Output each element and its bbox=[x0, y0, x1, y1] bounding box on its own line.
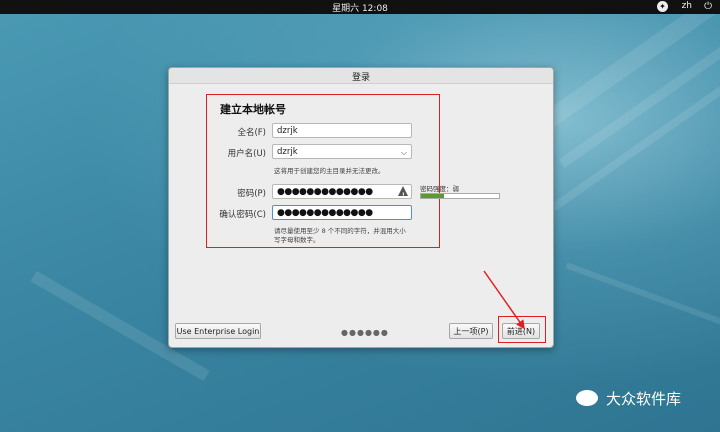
page-indicator: ●●●●●● bbox=[341, 328, 389, 337]
password-label: 密码(P) bbox=[237, 189, 266, 199]
fullname-value: dzrjk bbox=[277, 126, 298, 136]
dialog-title: 登录 bbox=[351, 73, 370, 83]
accessibility-icon[interactable]: ✦ bbox=[657, 1, 668, 12]
password-hint-line2: 写字母和数字。 bbox=[274, 236, 320, 244]
username-value: dzrjk bbox=[277, 147, 298, 157]
password-input[interactable]: ●●●●●●●●●●●●● ! bbox=[272, 184, 412, 199]
clock[interactable]: 星期六 12:08 bbox=[0, 1, 720, 14]
username-label: 用户名(U) bbox=[227, 149, 266, 159]
chevron-down-icon[interactable]: ⌵ bbox=[401, 145, 407, 160]
warning-icon: ! bbox=[398, 186, 408, 199]
username-combo[interactable]: dzrjk ⌵ bbox=[272, 144, 412, 159]
wechat-icon bbox=[576, 390, 598, 406]
password-strength-fill bbox=[421, 194, 445, 198]
fullname-input[interactable]: dzrjk bbox=[272, 123, 412, 138]
confirm-password-value: ●●●●●●●●●●●●● bbox=[277, 208, 373, 218]
password-strength-bar bbox=[420, 193, 500, 199]
top-bar: 星期六 12:08 ✦ zh ⏻ bbox=[0, 0, 720, 14]
username-hint: 这将用于创建您的主目录并无法更改。 bbox=[274, 167, 385, 175]
confirm-password-label: 确认密码(C) bbox=[219, 210, 266, 220]
language-indicator[interactable]: zh bbox=[682, 1, 692, 11]
power-icon[interactable]: ⏻ bbox=[704, 1, 712, 12]
fullname-label: 全名(F) bbox=[237, 128, 266, 138]
annotation-arrow bbox=[483, 270, 525, 330]
enterprise-login-button[interactable]: Use Enterprise Login bbox=[175, 323, 261, 339]
password-strength-label: 密码强度：弱 bbox=[420, 185, 459, 193]
section-title: 建立本地帐号 bbox=[220, 103, 286, 116]
watermark-text: 大众软件库 bbox=[606, 390, 682, 408]
password-value: ●●●●●●●●●●●●● bbox=[277, 187, 373, 197]
confirm-password-input[interactable]: ●●●●●●●●●●●●● bbox=[272, 205, 412, 220]
